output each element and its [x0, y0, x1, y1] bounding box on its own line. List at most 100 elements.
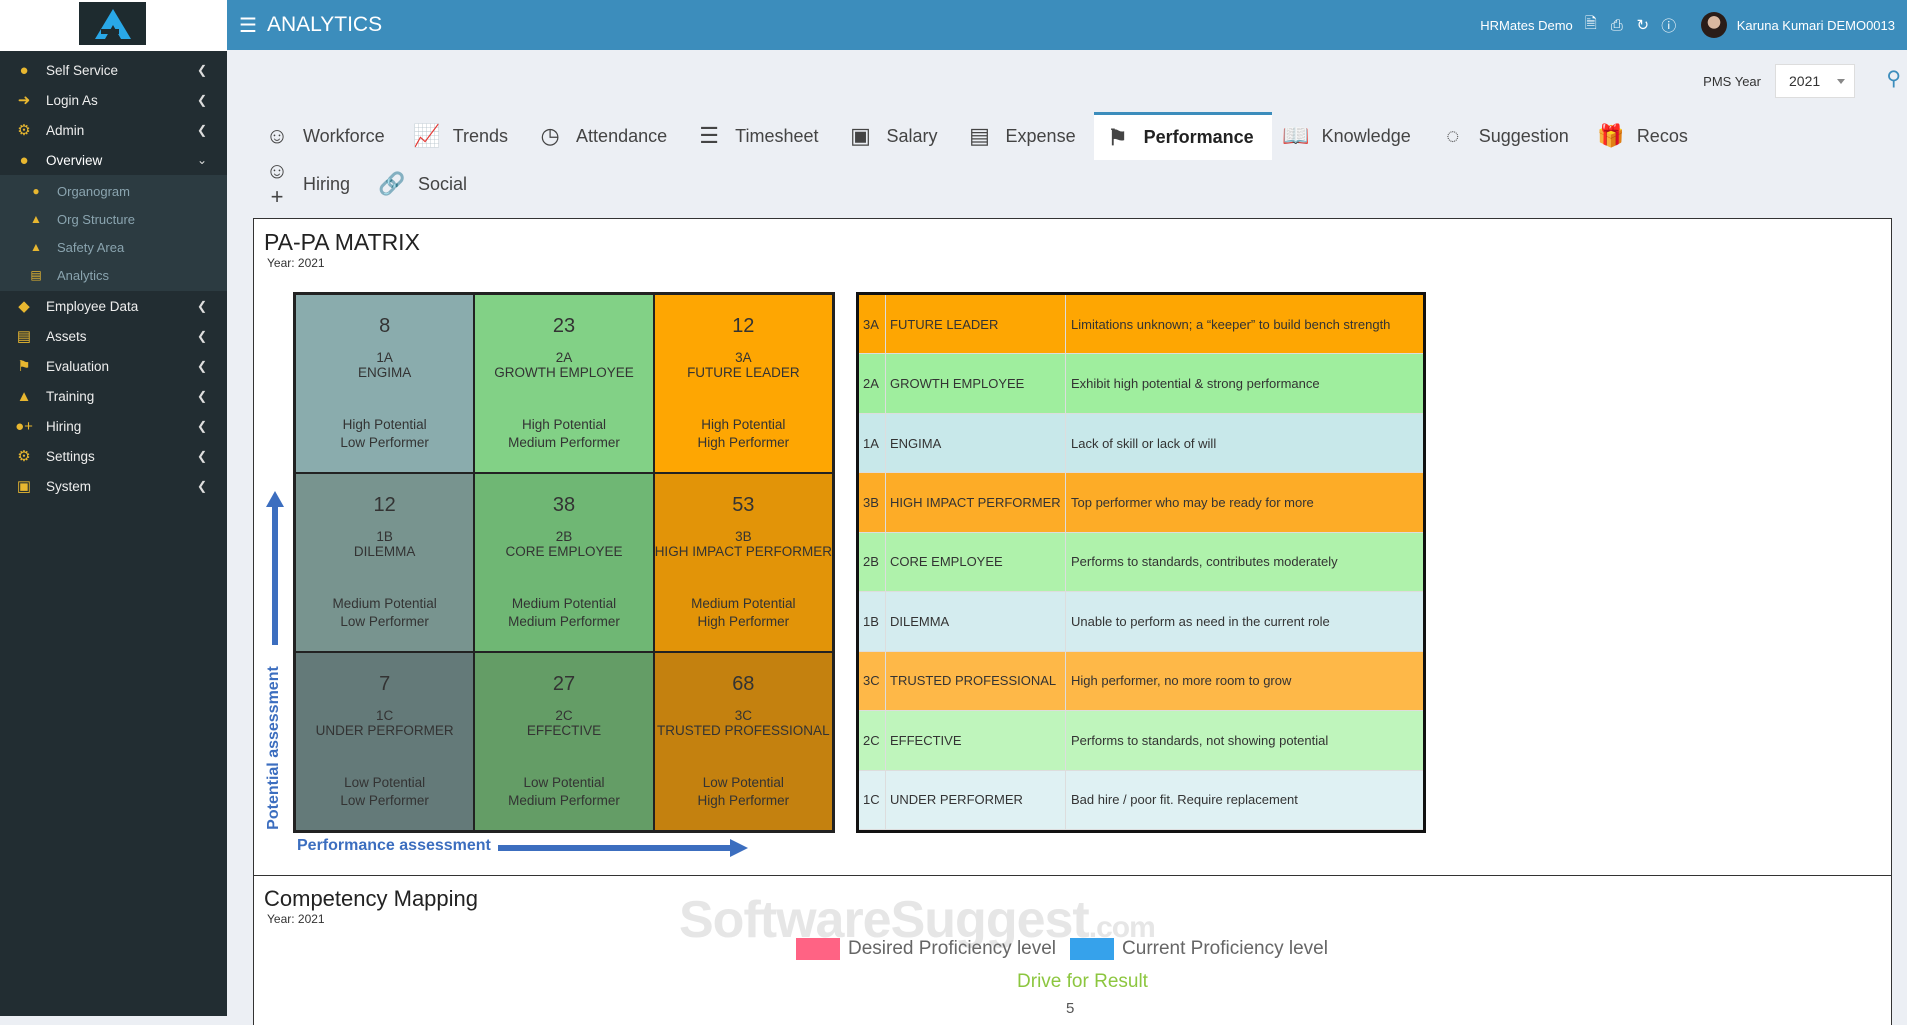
pms-year-select[interactable]: 2021 [1775, 64, 1855, 98]
chevron-left-icon: ❮ [196, 449, 207, 463]
tab-attendance[interactable]: ◷ Attendance [526, 112, 685, 160]
tab-recos[interactable]: 🎁 Recos [1587, 112, 1706, 160]
radar-axis-title: Drive for Result [1017, 971, 1148, 992]
legend-code: 1A [859, 413, 886, 473]
app-logo[interactable] [79, 2, 146, 45]
legend-label-current[interactable]: Current Proficiency level [1122, 938, 1328, 960]
cell-potential: High Potential [701, 417, 786, 432]
legend-code: 3B [859, 473, 886, 532]
search-icon[interactable]: ⚲ [1886, 66, 1901, 91]
sidebar-item-evaluation[interactable]: ⚑ Evaluation ❮ [0, 351, 227, 381]
tab-performance[interactable]: ⚑ Performance [1093, 112, 1272, 160]
cell-performer: High Performer [697, 435, 790, 450]
overview-submenu: ● Organogram ▲ Org Structure ▲ Safety Area … [0, 175, 227, 291]
cell-potential: High Potential [342, 417, 427, 432]
sidebar-item-self-service[interactable]: ● Self Service ❮ [0, 55, 227, 85]
tab-suggestion[interactable]: ◌ Suggestion [1429, 112, 1587, 160]
sidebar-item-assets[interactable]: ▤ Assets ❮ [0, 321, 227, 351]
tab-hiring[interactable]: ☺+ Hiring [253, 158, 368, 209]
tab-timesheet[interactable]: ☰ Timesheet [685, 112, 836, 160]
refresh-icon[interactable]: ↻ [1635, 16, 1651, 34]
sidebar-item-employee-data[interactable]: ◆ Employee Data ❮ [0, 291, 227, 321]
cell-code: 2A [555, 350, 573, 365]
cell-name: UNDER PERFORMER [315, 723, 454, 738]
chevron-left-icon: ❮ [196, 299, 207, 313]
company-name[interactable]: HRMates Demo [1480, 18, 1572, 33]
cell-name: TRUSTED PROFESSIONAL [657, 723, 830, 738]
sitemap-icon: ▲ [30, 212, 42, 226]
sidebar-subitem-analytics[interactable]: ▤ Analytics [0, 261, 227, 289]
matrix-cell-3c[interactable]: 68 3C TRUSTED PROFESSIONAL Low Potential… [653, 652, 833, 831]
legend-row: 3B HIGH IMPACT PERFORMER Top performer w… [859, 473, 1423, 533]
page-title: ANALYTICS [266, 13, 383, 36]
legend-row: 2A GROWTH EMPLOYEE Exhibit high potentia… [859, 354, 1423, 414]
matrix-cell-2a[interactable]: 23 2A GROWTH EMPLOYEE High Potential Medi… [474, 294, 654, 473]
sign-in-icon: ➜ [17, 92, 31, 109]
matrix-cell-1c[interactable]: 7 1C UNDER PERFORMER Low Potential Low Pe… [295, 652, 475, 831]
legend-code: 2C [859, 711, 886, 770]
legend-name: GROWTH EMPLOYEE [886, 354, 1066, 413]
sidebar-item-settings[interactable]: ⚙ Settings ❮ [0, 441, 227, 471]
lightbulb-icon: ◌ [1446, 123, 1460, 148]
analytics-tabs-row-1: ☺ Workforce 📈 Trends ◷ Attendance ☰ Timeshee… [253, 112, 1706, 160]
link-icon: 🔗 [378, 171, 406, 196]
cell-count: 12 [373, 494, 396, 516]
panel-year: Year: 2021 [267, 256, 325, 270]
cell-count: 53 [732, 494, 755, 516]
matrix-cell-2b[interactable]: 38 2B CORE EMPLOYEE Medium Potential Medi… [474, 473, 654, 652]
matrix-cell-1a[interactable]: 8 1A ENGIMA High Potential Low Performer [295, 294, 475, 473]
legend-swatch-desired[interactable] [796, 938, 840, 960]
menu-toggle-icon[interactable]: ☰ [239, 13, 257, 38]
matrix-cell-3a[interactable]: 12 3A FUTURE LEADER High Potential High P… [653, 294, 833, 473]
matrix-cell-3b[interactable]: 53 3B HIGH IMPACT PERFORMER Medium Poten… [653, 473, 833, 652]
cell-code: 2B [555, 529, 573, 544]
legend-description: Performs to standards, not showing poten… [1071, 732, 1329, 748]
legend-description: Exhibit high potential & strong performa… [1071, 376, 1320, 392]
cell-potential: Low Potential [344, 775, 426, 790]
legend-code: 3C [859, 651, 886, 711]
sidebar-subitem-organogram[interactable]: ● Organogram [0, 177, 227, 205]
cell-potential: Medium Potential [511, 596, 617, 611]
legend-row: 3C TRUSTED PROFESSIONAL High performer, … [859, 651, 1423, 712]
sidebar-item-overview[interactable]: ● Overview ⌄ [0, 145, 227, 175]
cell-code: 1C [376, 708, 394, 723]
user-plus-icon: ●+ [15, 417, 33, 435]
legend-row: 1C UNDER PERFORMER Bad hire / poor fit. … [859, 770, 1423, 830]
legend-label-desired[interactable]: Desired Proficiency level [848, 938, 1056, 960]
print-icon[interactable]: ⎙ [1609, 17, 1625, 34]
tab-workforce[interactable]: ☺ Workforce [253, 112, 403, 160]
legend-code: 2B [859, 532, 886, 592]
tab-social[interactable]: 🔗 Social [368, 160, 485, 208]
matrix-cell-2c[interactable]: 27 2C EFFECTIVE Low Potential Medium Perf… [474, 652, 654, 831]
sidebar-item-login-as[interactable]: ➜ Login As ❮ [0, 85, 227, 115]
tab-expense[interactable]: ▤ Expense [956, 112, 1094, 160]
sidebar-subitem-safety-area[interactable]: ▲ Safety Area [0, 233, 227, 261]
cell-count: 8 [379, 315, 391, 337]
sidebar-item-admin[interactable]: ⚙ Admin ❮ [0, 115, 227, 145]
sidebar-subitem-org-structure[interactable]: ▲ Org Structure [0, 205, 227, 233]
cell-count: 38 [552, 494, 576, 516]
avatar[interactable] [1700, 12, 1727, 38]
pa-pa-matrix-grid: 8 1A ENGIMA High Potential Low Performer 2… [293, 292, 835, 833]
sidebar-item-hiring[interactable]: ●+ Hiring ❮ [0, 411, 227, 441]
legend-description: Lack of skill or lack of will [1071, 435, 1217, 451]
performance-axis-arrow [498, 839, 748, 857]
flag-checkered-icon: ⚑ [17, 358, 31, 375]
legend-description: High performer, no more room to grow [1071, 673, 1292, 689]
sidebar-item-system[interactable]: ▣ System ❮ [0, 471, 227, 501]
chevron-left-icon: ❮ [196, 419, 207, 433]
tab-knowledge[interactable]: 📖 Knowledge [1272, 112, 1429, 160]
legend-swatch-current[interactable] [1070, 938, 1115, 960]
cell-code: 3A [735, 350, 752, 365]
tab-trends[interactable]: 📈 Trends [403, 112, 526, 160]
matrix-cell-1b[interactable]: 12 1B DILEMMA Medium Potential Low Perfor… [295, 473, 475, 652]
competency-mapping-panel: Competency Mapping Year: 2021 SoftwareSu… [253, 875, 1892, 1025]
legend-description: Bad hire / poor fit. Require replacement [1071, 792, 1298, 808]
tab-salary[interactable]: ▣ Salary [837, 112, 956, 160]
sidebar-item-training[interactable]: ▲ Training ❮ [0, 381, 227, 411]
cell-potential: Medium Potential [332, 596, 437, 611]
pdf-icon[interactable]: 🗎 [1583, 13, 1599, 38]
help-icon[interactable]: ⓘ [1661, 15, 1677, 36]
user-name[interactable]: Karuna Kumari DEMO0013 [1737, 18, 1895, 33]
gears-icon: ⚙ [17, 448, 31, 465]
